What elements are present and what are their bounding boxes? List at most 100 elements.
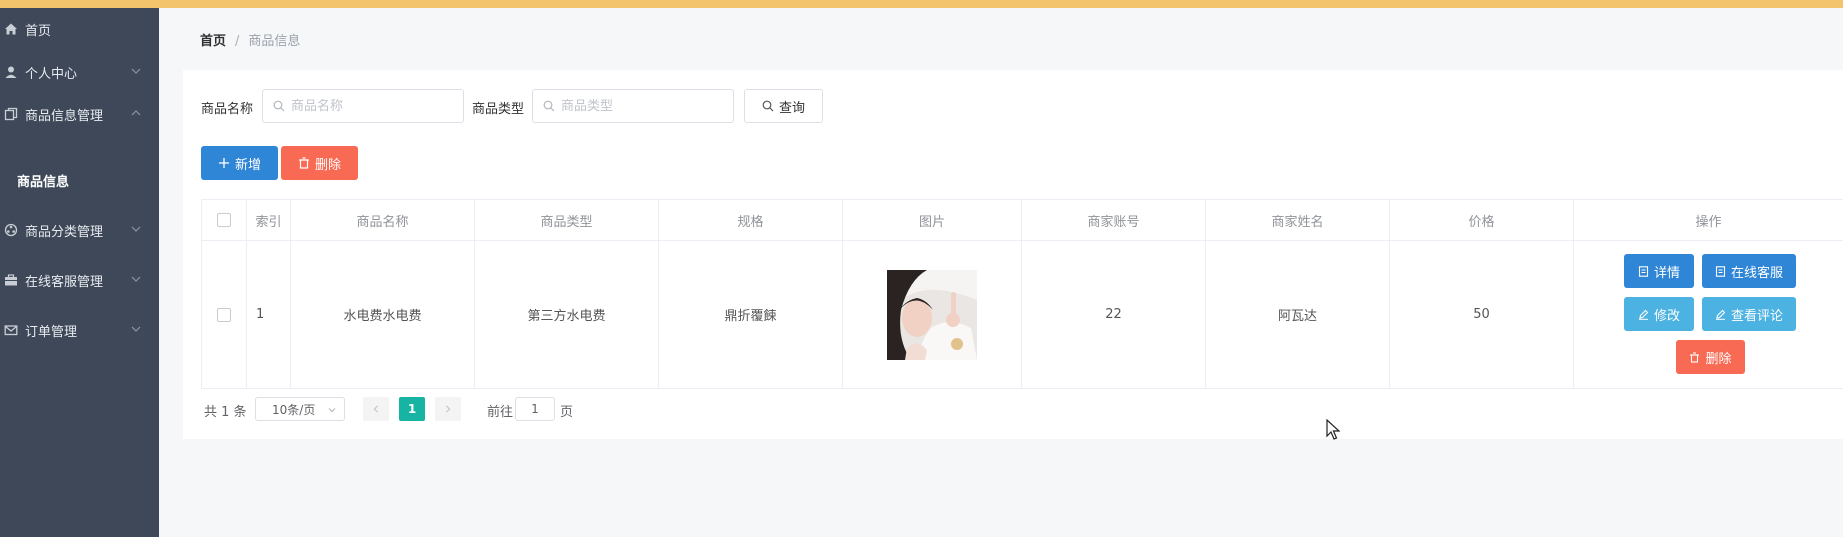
- goods-name-field[interactable]: [262, 89, 464, 123]
- header-index: 索引: [246, 199, 291, 241]
- cell-index: 1: [246, 240, 291, 389]
- sidebar-subitem-goods-info[interactable]: 商品信息: [17, 171, 69, 190]
- sidebar-item-profile[interactable]: 个人中心: [0, 57, 159, 87]
- edit-button-label: 修改: [1653, 308, 1680, 324]
- user-icon: [4, 65, 18, 79]
- cell-merchant-name: 阿瓦达: [1205, 240, 1390, 389]
- goto-suffix: 页: [560, 405, 574, 420]
- add-button[interactable]: 新增: [201, 146, 278, 180]
- batch-delete-button[interactable]: 删除: [281, 146, 358, 180]
- goods-thumbnail[interactable]: [887, 269, 977, 360]
- detail-button-label: 详情: [1653, 265, 1680, 281]
- view-reviews-button[interactable]: 查看评论: [1702, 297, 1796, 331]
- header-merchant-name: 商家姓名: [1205, 199, 1390, 241]
- edit-icon: [1715, 309, 1726, 320]
- row-select-cell[interactable]: [201, 240, 247, 389]
- sidebar-item-category-management[interactable]: 商品分类管理: [0, 215, 159, 245]
- search-icon: [543, 100, 555, 112]
- header-goods-type: 商品类型: [474, 199, 659, 241]
- breadcrumb-separator: /: [235, 34, 240, 49]
- edit-icon: [1638, 309, 1649, 320]
- row-checkbox[interactable]: [217, 307, 231, 322]
- cell-image: [842, 240, 1022, 389]
- sidebar-item-label: 商品分类管理: [25, 224, 104, 240]
- chevron-down-icon: [131, 226, 141, 232]
- table-header-row: 索引 商品名称 商品类型 规格 图片 商家账号 商家姓名 价格 操作: [201, 199, 1843, 241]
- sidebar-item-home[interactable]: 首页: [0, 14, 159, 44]
- page-size-select[interactable]: 10条/页: [255, 397, 345, 421]
- header-merchant-account: 商家账号: [1021, 199, 1206, 241]
- header-goods-name: 商品名称: [290, 199, 475, 241]
- sidebar-item-label: 商品信息管理: [25, 108, 104, 124]
- breadcrumb-current: 商品信息: [248, 34, 301, 49]
- sidebar-item-label: 在线客服管理: [25, 274, 104, 290]
- pagination-total: 共 1 条: [204, 405, 247, 420]
- page-number-current[interactable]: 1: [399, 397, 425, 421]
- document-icon: [1638, 265, 1649, 277]
- mouse-cursor-icon: [1326, 419, 1340, 440]
- edit-button[interactable]: 修改: [1624, 297, 1694, 331]
- prev-page-button[interactable]: [363, 397, 389, 421]
- goods-type-field[interactable]: [532, 89, 734, 123]
- cell-goods-name: 水电费水电费: [290, 240, 475, 389]
- chevron-right-icon: [446, 405, 451, 413]
- query-button-label: 查询: [778, 100, 805, 116]
- row-delete-button-label: 删除: [1705, 351, 1732, 367]
- category-icon: [4, 223, 18, 237]
- chevron-down-icon: [131, 68, 141, 74]
- trash-icon: [1690, 351, 1700, 363]
- chevron-up-icon: [131, 110, 141, 116]
- goto-prefix: 前往: [487, 405, 514, 420]
- mail-icon: [4, 323, 18, 337]
- cell-goods-type: 第三方水电费: [474, 240, 659, 389]
- sidebar: 首页 个人中心 商品信息管理 商品信息 商品分类管理 在线客服管理 订单管理: [0, 8, 159, 537]
- query-button[interactable]: 查询: [744, 89, 823, 123]
- header-select-all[interactable]: [201, 199, 247, 241]
- trash-icon: [298, 157, 309, 169]
- document-icon: [1715, 265, 1726, 277]
- cell-price: 50: [1389, 240, 1574, 389]
- goods-name-label: 商品名称: [201, 102, 254, 117]
- chevron-down-icon: [131, 326, 141, 332]
- breadcrumb-home[interactable]: 首页: [200, 34, 226, 49]
- detail-button[interactable]: 详情: [1624, 254, 1694, 288]
- online-service-button[interactable]: 在线客服: [1702, 254, 1796, 288]
- cell-merchant-account: 22: [1021, 240, 1206, 389]
- header-image: 图片: [842, 199, 1022, 241]
- sidebar-item-service-management[interactable]: 在线客服管理: [0, 265, 159, 295]
- cell-spec: 鼎折覆餗: [658, 240, 843, 389]
- top-accent-bar: [0, 0, 1843, 8]
- batch-delete-button-label: 删除: [314, 157, 341, 173]
- goods-type-label: 商品类型: [472, 102, 525, 117]
- goods-type-input[interactable]: [561, 98, 691, 114]
- goto-page-input[interactable]: 1: [515, 397, 555, 421]
- search-icon: [762, 100, 774, 112]
- sidebar-item-order-management[interactable]: 订单管理: [0, 315, 159, 345]
- plus-icon: [218, 158, 229, 168]
- view-reviews-button-label: 查看评论: [1730, 308, 1783, 324]
- copy-icon: [4, 107, 18, 121]
- chevron-down-icon: [328, 408, 336, 413]
- page-size-value: 10条/页: [272, 402, 316, 417]
- select-all-checkbox[interactable]: [217, 213, 231, 227]
- next-page-button[interactable]: [435, 397, 461, 421]
- online-service-button-label: 在线客服: [1730, 265, 1783, 281]
- sidebar-item-label: 个人中心: [25, 66, 78, 82]
- row-delete-button[interactable]: 删除: [1676, 340, 1745, 374]
- briefcase-icon: [4, 273, 18, 287]
- chevron-down-icon: [131, 276, 141, 282]
- goods-name-input[interactable]: [291, 98, 421, 114]
- cell-actions: 详情 在线客服 修改 查看评论 删除: [1573, 240, 1843, 389]
- chevron-left-icon: [373, 405, 378, 413]
- sidebar-item-goods-management[interactable]: 商品信息管理: [0, 99, 159, 129]
- goods-table: 索引 商品名称 商品类型 规格 图片 商家账号 商家姓名 价格 操作 1 水电费…: [201, 199, 1843, 389]
- header-price: 价格: [1389, 199, 1574, 241]
- row-actions: 详情 在线客服 修改 查看评论 删除: [1575, 242, 1842, 387]
- breadcrumb: 首页 / 商品信息: [200, 30, 300, 49]
- search-icon: [273, 100, 285, 112]
- add-button-label: 新增: [234, 157, 261, 173]
- header-actions: 操作: [1573, 199, 1843, 241]
- header-spec: 规格: [658, 199, 843, 241]
- sidebar-item-label: 订单管理: [25, 324, 78, 340]
- home-icon: [4, 22, 18, 36]
